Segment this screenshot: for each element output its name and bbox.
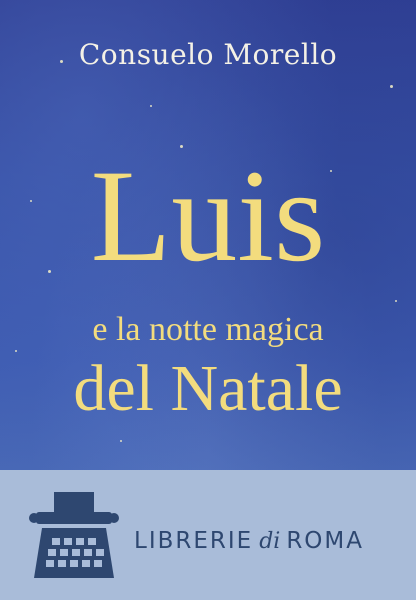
publisher-name-part3: ROMA	[286, 528, 364, 554]
star	[120, 440, 122, 442]
book-subtitle-line1: e la notte magica	[92, 311, 324, 348]
star	[150, 105, 152, 107]
book-cover: Consuelo Morello Luis e la notte magica …	[0, 0, 416, 600]
publisher-name-part2: di	[259, 529, 281, 554]
star	[390, 85, 393, 88]
typewriter-icon	[29, 492, 119, 578]
book-subtitle-line2: del Natale	[73, 352, 343, 425]
author-name: Consuelo Morello	[78, 38, 338, 71]
book-title: Luis	[90, 142, 326, 289]
star	[15, 350, 17, 352]
publisher-name-part1: LIBRERIE	[134, 528, 254, 554]
publisher-name: LIBRERIE di ROMA	[134, 528, 364, 554]
star	[395, 300, 397, 302]
